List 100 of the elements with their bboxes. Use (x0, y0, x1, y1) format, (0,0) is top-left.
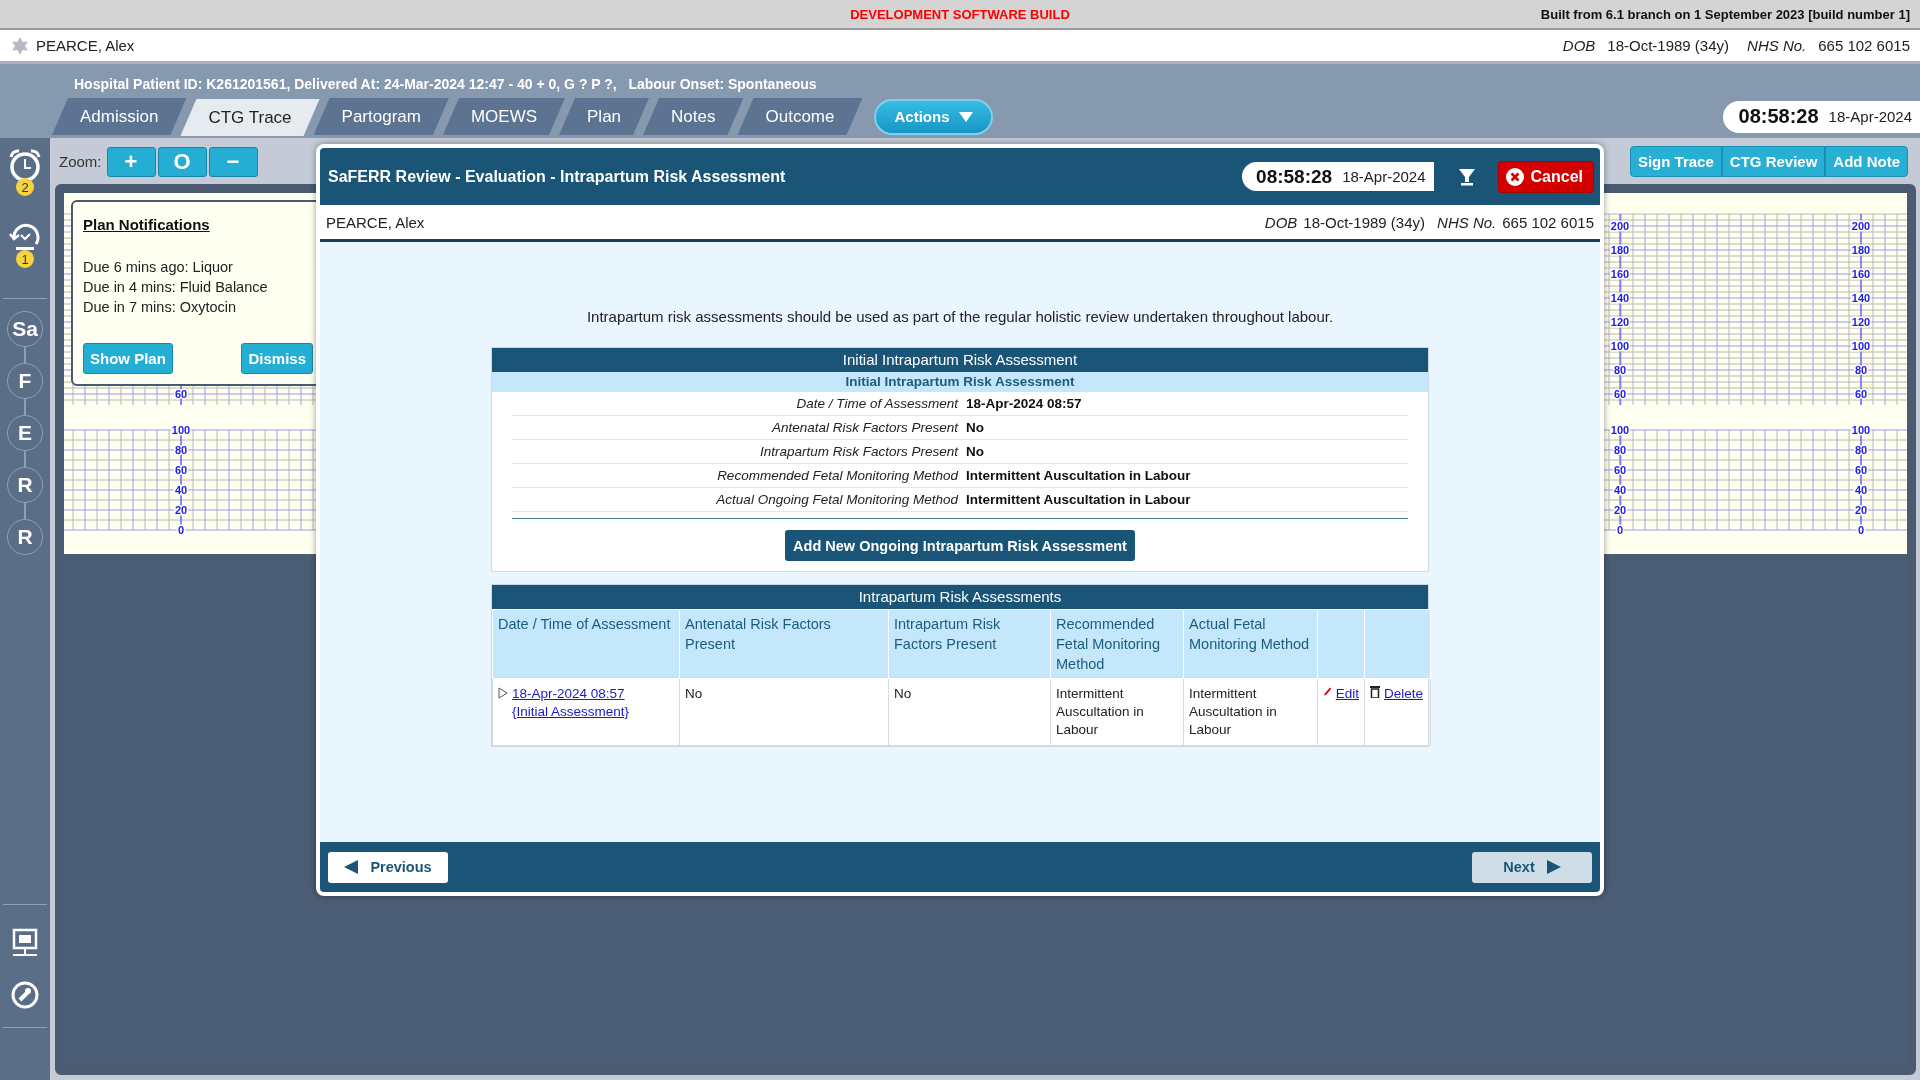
notification-button[interactable]: Show Plan (83, 343, 173, 374)
tab[interactable]: Notes (643, 98, 744, 135)
axis-tick-label: 200 (1851, 220, 1871, 232)
tab[interactable]: Outcome (737, 98, 863, 135)
trace-action-button[interactable]: Add Note (1825, 146, 1908, 177)
notification-button[interactable]: Dismiss (241, 343, 313, 374)
axis-tick-label: 80 (1613, 444, 1627, 456)
caret-icon (959, 111, 974, 122)
zoom-button[interactable]: + (106, 146, 156, 177)
axis-tick-label: 100 (1851, 424, 1871, 436)
zoom-label: Zoom: (59, 153, 102, 170)
axis-tick-label: 0 (1857, 524, 1865, 536)
zoom-button[interactable]: − (208, 146, 258, 177)
axis-tick-label: 60 (1854, 464, 1868, 476)
tab[interactable]: Admission (52, 98, 187, 135)
axis-tick-label: 40 (1854, 484, 1868, 496)
tab[interactable]: Partogram (313, 98, 449, 135)
notification-item: Due in 4 mins: Fluid Balance (83, 278, 269, 297)
trash-icon (1370, 685, 1380, 698)
axis-tick-label: 100 (1610, 340, 1630, 352)
nhs-value: 665 102 6015 (1502, 213, 1594, 231)
column-header: Recommended Fetal Monitoring Method (1050, 609, 1184, 679)
field-value: Intermittent Auscultation in Labour (966, 492, 1192, 507)
nav-button[interactable]: Previous (328, 851, 448, 883)
clock-time: 08:58:28 (1738, 105, 1819, 128)
tab[interactable]: Plan (559, 98, 650, 135)
axis-tick-label: 80 (174, 444, 188, 456)
trace-action-button[interactable]: Sign Trace (1629, 146, 1722, 177)
star-icon (10, 35, 30, 56)
notification-item: Due in 7 mins: Oxytocin (83, 298, 238, 317)
axis-tick-label: 80 (1613, 364, 1627, 376)
count-badge: 2 (16, 178, 34, 196)
axis-tick-label: 20 (1854, 504, 1868, 516)
card-title: Intrapartum Risk Assessments (492, 585, 1428, 609)
notification-item: Due 6 mins ago: Liquor (83, 258, 234, 277)
axis-tick-label: 140 (1851, 292, 1871, 304)
table-cell: Intermittent Auscultation in Labour (1183, 678, 1318, 746)
search-icon (10, 980, 40, 1010)
axis-tick-label: 140 (1610, 292, 1630, 304)
assessment-link[interactable]: 18-Apr-2024 08:57 (512, 685, 630, 703)
axis-tick-label: 60 (1854, 388, 1868, 400)
field-label: Recommended Fetal Monitoring Method (716, 468, 958, 483)
dob-label: DOB (1562, 37, 1596, 54)
card-title: Initial Intrapartum Risk Assessment (492, 348, 1428, 372)
axis-tick-label: 40 (174, 484, 188, 496)
field-value: No (966, 444, 985, 459)
triangle-right-icon (1546, 860, 1561, 874)
clock-date: 18-Apr-2024 (1342, 168, 1426, 185)
axis-tick-label: 160 (1851, 268, 1871, 280)
build-info: Built from 6.1 branch on 1 September 2023 [build number 1] (1540, 6, 1910, 22)
patient-name: PEARCE, Alex (36, 37, 135, 54)
axis-tick-label: 100 (1610, 424, 1630, 436)
zoom-button[interactable]: O (157, 146, 207, 177)
axis-tick-label: 40 (1613, 484, 1627, 496)
close-icon (1504, 166, 1525, 187)
axis-tick-label: 180 (1610, 244, 1630, 256)
axis-tick-label: 160 (1610, 268, 1630, 280)
field-label: Intrapartum Risk Factors Present (758, 444, 958, 459)
dob-value: 18-Oct-1989 (34y) (1303, 213, 1426, 231)
axis-tick-label: 100 (171, 424, 191, 436)
nhs-value: 665 102 6015 (1818, 37, 1910, 54)
column-header: Date / Time of Assessment (492, 609, 680, 679)
axis-tick-label: 200 (1610, 220, 1630, 232)
axis-tick-label: 120 (1610, 316, 1630, 328)
dob-label: DOB (1264, 213, 1298, 231)
add-assessment-button[interactable]: Add New Ongoing Intrapartum Risk Assessment (785, 530, 1135, 561)
presentation-icon (11, 928, 39, 958)
dialog-title: SaFERR Review - Evaluation - Intrapartum Risk Assessment (328, 167, 786, 186)
axis-tick-label: 60 (174, 388, 188, 400)
field-label: Actual Ongoing Fetal Monitoring Method (715, 492, 958, 507)
tab[interactable]: MOEWS (442, 98, 566, 135)
intro-text: Intrapartum risk assessments should be used as part of the regular holistic review undertaken throughout labour. (586, 308, 1334, 325)
actions-button[interactable]: Actions (874, 98, 994, 135)
episode-info: Hospital Patient ID: K261201561, Delivered At: 24-Mar-2024 12:47 - 40 + 0, G ? P ?, Labour Onset: Spontaneous (73, 75, 818, 94)
column-header: Actual Fetal Monitoring Method (1183, 609, 1318, 679)
notification-title: Plan Notifications (83, 216, 211, 233)
trace-action-button[interactable]: CTG Review (1721, 146, 1826, 177)
assessment-link[interactable]: {Initial Assessment} (512, 703, 630, 721)
field-value: Intermittent Auscultation in Labour (966, 468, 1192, 483)
field-value: 18-Apr-2024 08:57 (966, 396, 1083, 411)
delete-link[interactable]: Delete (1384, 685, 1424, 703)
build-notice: DEVELOPMENT SOFTWARE BUILD (850, 6, 1070, 22)
cancel-button[interactable]: Cancel (1497, 160, 1594, 193)
nhs-label: NHS No. (1437, 213, 1497, 231)
axis-tick-label: 60 (1613, 464, 1627, 476)
table-cell: Intermittent Auscultation in Labour (1050, 678, 1184, 746)
axis-tick-label: 100 (1851, 340, 1871, 352)
column-header: Intrapartum Risk Factors Present (888, 609, 1051, 679)
pencil-icon (1323, 685, 1332, 697)
clock-time: 08:58:28 (1256, 165, 1333, 188)
field-value: No (966, 420, 985, 435)
field-label: Date / Time of Assessment (795, 396, 958, 411)
dob-value: 18-Oct-1989 (34y) (1607, 37, 1730, 54)
field-label: Antenatal Risk Factors Present (770, 420, 958, 435)
tab[interactable]: CTG Trace (180, 99, 320, 136)
table-cell: No (679, 678, 889, 746)
table-cell: No (888, 678, 1051, 746)
axis-tick-label: 80 (1854, 364, 1868, 376)
axis-tick-label: 0 (1616, 524, 1624, 536)
edit-link[interactable]: Edit (1335, 685, 1359, 703)
